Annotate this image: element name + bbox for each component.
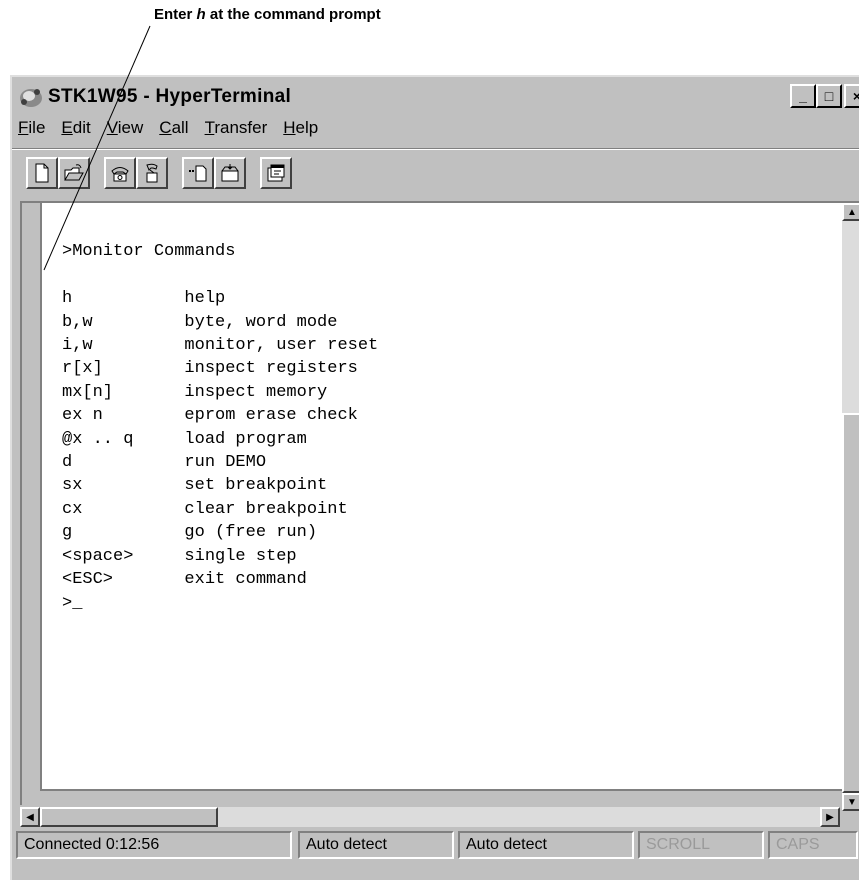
terminal-line: <space> single step [62, 546, 297, 566]
properties-button[interactable] [260, 157, 292, 189]
title-bar[interactable]: STK1W95 - HyperTerminal _ □ × [14, 80, 859, 114]
menu-view[interactable]: View [107, 118, 144, 144]
send-button[interactable] [182, 157, 214, 189]
terminal-line: @x .. q load program [62, 429, 307, 449]
terminal-screen[interactable]: >Monitor Commands h help b,w byte, word m… [40, 203, 843, 791]
minimize-button[interactable]: _ [790, 84, 816, 108]
terminal-line: >_ [62, 593, 83, 613]
send-icon [189, 165, 207, 182]
terminal-line: cx clear breakpoint [62, 499, 348, 519]
terminal-line: <ESC> exit command [62, 570, 307, 590]
menu-help[interactable]: Help [283, 118, 318, 144]
menu-call[interactable]: Call [159, 118, 188, 144]
arrow-down-icon: ▼ [847, 796, 857, 808]
horizontal-scrollbar[interactable]: ◀ ▶ [20, 807, 840, 827]
close-button[interactable]: × [844, 84, 859, 108]
horizontal-scroll-thumb[interactable] [40, 807, 218, 827]
disconnect-button[interactable] [136, 157, 168, 189]
close-icon: × [852, 88, 859, 104]
receive-icon [221, 164, 239, 182]
annotation-suffix: at the command prompt [205, 6, 381, 23]
window-title: STK1W95 - HyperTerminal [48, 86, 292, 107]
new-button[interactable] [26, 157, 58, 189]
vertical-scroll-thumb[interactable] [842, 413, 859, 793]
annotation-caption: Enter h at the command prompt [154, 6, 381, 23]
status-scroll-lock: SCROLL [638, 831, 764, 859]
minimize-icon: _ [799, 88, 807, 104]
terminal-line: ex n eprom erase check [62, 406, 358, 426]
disconnect-icon [146, 163, 158, 183]
menu-file[interactable]: File [18, 118, 45, 144]
maximize-button[interactable]: □ [816, 84, 842, 108]
new-icon [35, 163, 49, 183]
annotation-prefix: Enter [154, 6, 197, 23]
status-caps-lock: CAPS [768, 831, 858, 859]
arrow-up-icon: ▲ [847, 206, 857, 218]
open-button[interactable] [58, 157, 90, 189]
arrow-right-icon: ▶ [826, 811, 834, 823]
terminal-line: d run DEMO [62, 453, 267, 473]
arrow-left-icon: ◀ [26, 811, 34, 823]
menu-bar: File Edit View Call Transfer Help [18, 118, 334, 144]
terminal-line: sx set breakpoint [62, 476, 328, 496]
call-button[interactable] [104, 157, 136, 189]
terminal-line: b,w byte, word mode [62, 312, 338, 332]
vertical-scrollbar[interactable]: ▲ ▼ [842, 203, 859, 811]
annotation-emphasis: h [196, 6, 206, 23]
terminal-line: i,w monitor, user reset [62, 336, 379, 356]
terminal-line: g go (free run) [62, 523, 318, 543]
receive-button[interactable] [214, 157, 246, 189]
status-emulation: Auto detect [298, 831, 454, 859]
maximize-icon: □ [824, 88, 834, 104]
properties-icon [267, 164, 285, 182]
terminal-line: h help [62, 289, 226, 309]
menu-edit[interactable]: Edit [61, 118, 90, 144]
terminal-line: >Monitor Commands [62, 242, 236, 262]
scroll-left-button[interactable]: ◀ [20, 807, 40, 827]
phone-icon [111, 167, 129, 182]
scroll-down-button[interactable]: ▼ [842, 793, 859, 811]
scroll-up-button[interactable]: ▲ [842, 203, 859, 221]
toolbar-separator [12, 148, 859, 150]
terminal-line: r[x] inspect registers [62, 359, 358, 379]
status-baud: Auto detect [458, 831, 634, 859]
scroll-right-button[interactable]: ▶ [820, 807, 840, 827]
open-icon [64, 164, 84, 181]
menu-transfer[interactable]: Transfer [205, 118, 268, 144]
status-connected: Connected 0:12:56 [16, 831, 292, 859]
terminal-frame: >Monitor Commands h help b,w byte, word m… [20, 201, 859, 811]
terminal-output: >Monitor Commands h help b,w byte, word m… [62, 217, 378, 662]
terminal-line: mx[n] inspect memory [62, 382, 328, 402]
hyperterminal-app-icon [20, 89, 42, 107]
hyperterminal-window: STK1W95 - HyperTerminal _ □ × File Edit … [10, 75, 859, 880]
